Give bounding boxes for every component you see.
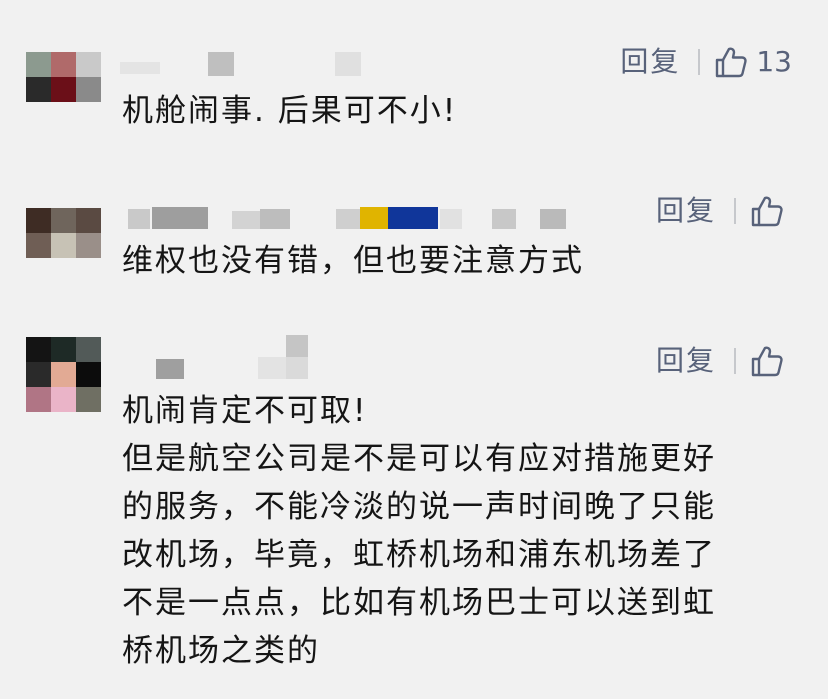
nickname-blurred[interactable] [120, 205, 580, 233]
comment-line: 不是一点点，比如有机场巴士可以送到虹 [122, 585, 716, 621]
comment-line: 维权也没有错，但也要注意方式 [122, 243, 584, 279]
thumbs-up-icon [714, 45, 748, 79]
divider [734, 198, 736, 224]
thumbs-up-icon [750, 344, 784, 378]
comment-actions: 回复 [656, 191, 792, 231]
like-button[interactable]: 13 [714, 42, 792, 82]
comment-actions: 回复 13 [620, 42, 792, 82]
avatar[interactable] [26, 208, 101, 283]
like-button[interactable] [750, 194, 792, 228]
comment-text: 维权也没有错，但也要注意方式 [122, 237, 792, 285]
comment-text: 机闹肯定不可取! 但是航空公司是不是可以有应对措施更好 的服务，不能冷淡的说一声… [122, 387, 792, 675]
comment-line: 但是航空公司是不是可以有应对措施更好 [122, 441, 716, 477]
avatar[interactable] [26, 52, 101, 127]
reply-button[interactable]: 回复 [656, 191, 716, 231]
comment-line: 机闹肯定不可取! [122, 393, 368, 429]
like-count: 13 [756, 45, 792, 78]
like-button[interactable] [750, 344, 792, 378]
comment-line: 改机场，毕竟，虹桥机场和浦东机场差了 [122, 537, 716, 573]
comment-actions: 回复 [656, 341, 792, 381]
nickname-blurred[interactable] [120, 335, 340, 379]
divider [734, 348, 736, 374]
comment-line: 机舱闹事. 后果可不小! [122, 93, 458, 129]
reply-button[interactable]: 回复 [620, 42, 680, 82]
reply-button[interactable]: 回复 [656, 341, 716, 381]
comment-line: 的服务，不能冷淡的说一声时间晚了只能 [122, 489, 716, 525]
nickname-blurred[interactable] [120, 52, 380, 80]
divider [698, 49, 701, 75]
comment-text: 机舱闹事. 后果可不小! [122, 87, 792, 135]
comment-line: 桥机场之类的 [122, 633, 320, 669]
thumbs-up-icon [750, 194, 784, 228]
avatar[interactable] [26, 337, 101, 412]
